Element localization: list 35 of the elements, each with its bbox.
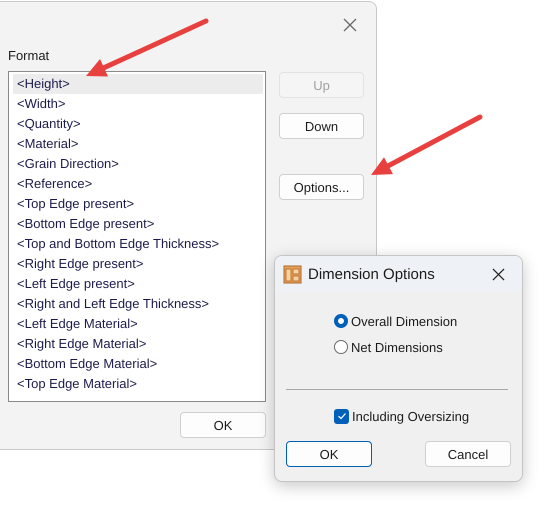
list-item[interactable]: <Right Edge Material> (13, 334, 263, 354)
radio-label: Net Dimensions (351, 340, 443, 354)
radio-option[interactable]: Overall Dimension (334, 312, 522, 330)
list-item[interactable]: <Grain Direction> (13, 154, 263, 174)
list-item[interactable]: <Top Edge Material> (13, 374, 263, 394)
list-item[interactable]: <Left Edge Material> (13, 314, 263, 334)
list-item[interactable]: <Top and Bottom Edge Thickness> (13, 234, 263, 254)
radio-button[interactable] (334, 314, 348, 328)
dialog-button[interactable]: Options... (279, 174, 364, 200)
list-item[interactable]: <Quantity> (13, 114, 263, 134)
checkmark-icon (336, 411, 346, 421)
radio-button[interactable] (334, 340, 348, 354)
radio-option[interactable]: Net Dimensions (334, 338, 522, 356)
close-icon (492, 268, 504, 280)
list-item[interactable]: <Height> (13, 74, 263, 94)
dialog-button[interactable]: Down (279, 113, 364, 139)
list-item[interactable]: <Material> (13, 134, 263, 154)
checkbox-label: Including Oversizing (352, 408, 470, 424)
list-item[interactable]: <Top Edge present> (13, 194, 263, 214)
dialog-title: Dimension Options (308, 266, 436, 282)
list-item[interactable]: <Right and Left Edge Thickness> (13, 294, 263, 314)
list-item[interactable]: <Bottom Edge Material> (13, 354, 263, 374)
close-icon (343, 18, 357, 32)
ok-button[interactable]: OK (180, 412, 266, 438)
list-item[interactable]: <Right Edge present> (13, 254, 263, 274)
dialog-button[interactable]: Cancel (425, 441, 511, 467)
cabinet-icon (283, 264, 302, 284)
format-label: Format (8, 48, 50, 64)
radio-label: Overall Dimension (351, 314, 458, 328)
list-item[interactable]: <Left Edge present> (13, 274, 263, 294)
dialog-button[interactable]: OK (286, 441, 372, 467)
list-item[interactable]: <Bottom Edge present> (13, 214, 263, 234)
list-item[interactable]: <Reference> (13, 174, 263, 194)
list-item[interactable]: <Width> (13, 94, 263, 114)
checkbox[interactable] (334, 408, 349, 424)
